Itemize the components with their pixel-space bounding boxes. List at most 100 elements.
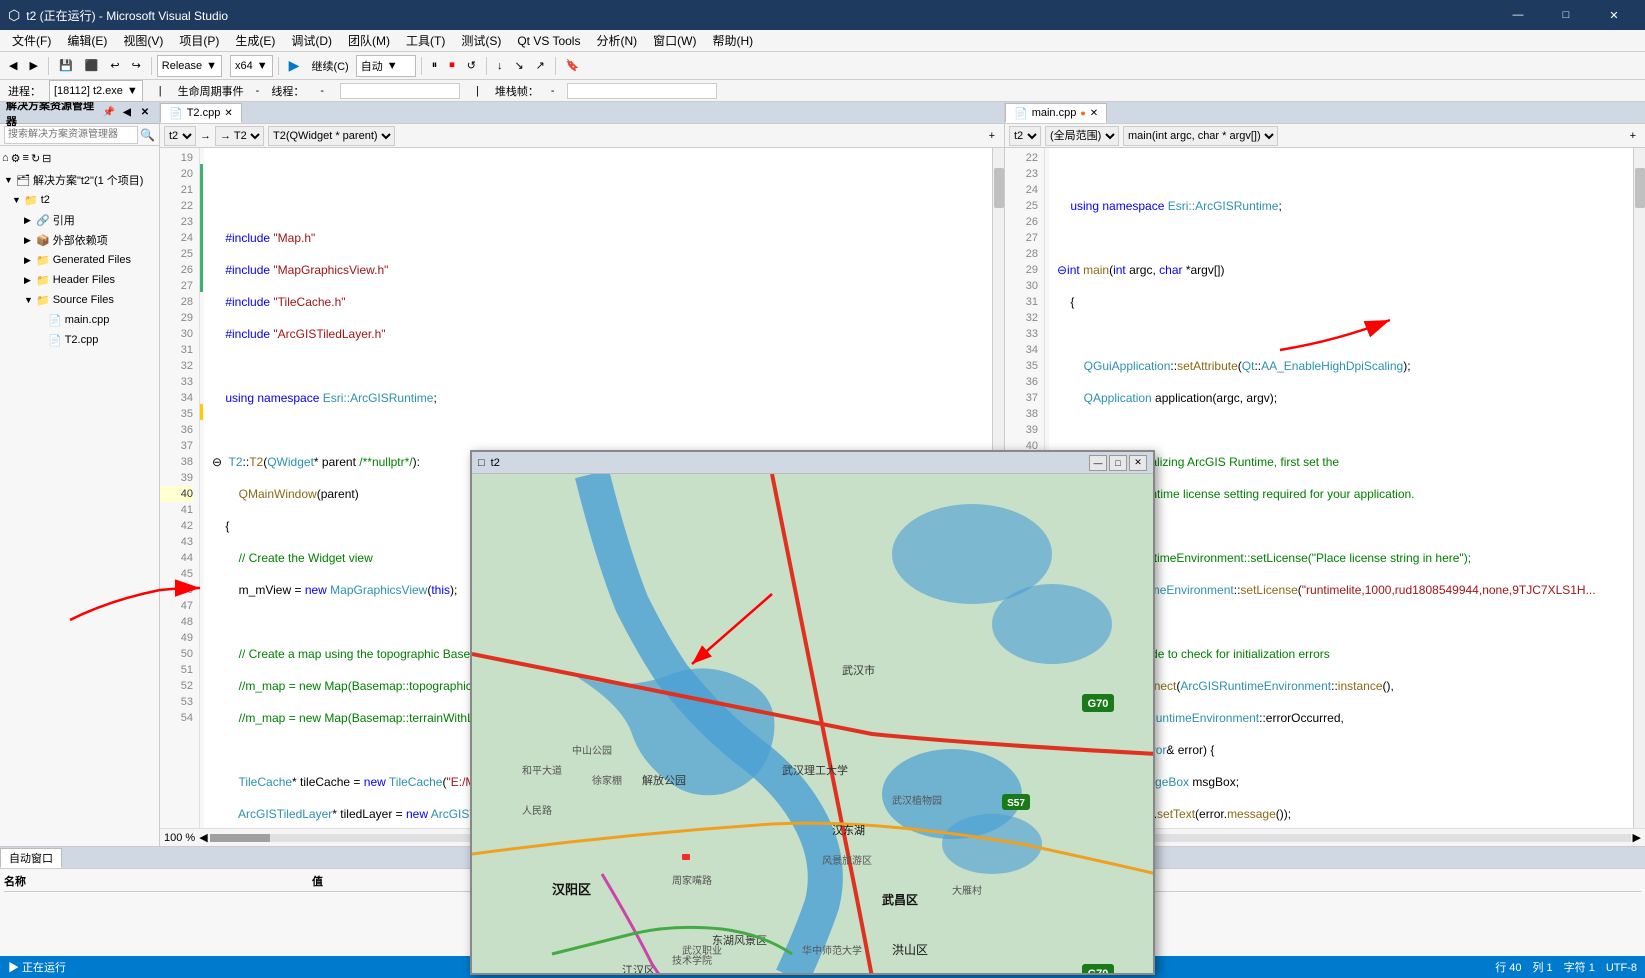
svg-text:和平大道: 和平大道	[522, 764, 562, 777]
panel-close-btn[interactable]: ✕	[137, 105, 153, 121]
menu-file[interactable]: 文件(F)	[4, 30, 59, 51]
header-label: Header Files	[53, 274, 115, 286]
class-selector[interactable]: → T2	[215, 126, 264, 146]
solution-label: 解决方案"t2"(1 个项目)	[33, 172, 143, 188]
map-close-btn[interactable]: ✕	[1129, 455, 1147, 471]
svg-text:周家嘴路: 周家嘴路	[672, 874, 712, 887]
tree-t2-cpp[interactable]: 📄 T2.cpp	[0, 330, 159, 350]
tree-references[interactable]: ▶ 🔗 引用	[0, 210, 159, 230]
source-icon: 📁	[36, 294, 50, 307]
toolbar-save-all[interactable]: ⬛	[80, 55, 104, 77]
menu-team[interactable]: 团队(M)	[340, 30, 398, 51]
menu-window[interactable]: 窗口(W)	[645, 30, 704, 51]
tree-header-files[interactable]: ▶ 📁 Header Files	[0, 270, 159, 290]
tree-main-cpp[interactable]: 📄 main.cpp	[0, 310, 159, 330]
right-file-selector[interactable]: t2	[1009, 126, 1041, 146]
config-dropdown[interactable]: Release ▼	[157, 55, 222, 77]
toolbar-pause[interactable]: ⏸	[427, 55, 443, 77]
tree-toolbar-icon1[interactable]: ⌂	[2, 152, 9, 164]
right-method-selector[interactable]: main(int argc, char * argv[])	[1123, 126, 1278, 146]
continue-btn[interactable]: 继续(C)	[306, 55, 353, 77]
svg-text:武昌区: 武昌区	[882, 892, 918, 907]
tree-solution[interactable]: ▼ 🗂 解决方案"t2"(1 个项目)	[0, 170, 159, 190]
expand-right-btn[interactable]: +	[1625, 125, 1641, 147]
menu-edit[interactable]: 编辑(E)	[59, 30, 115, 51]
maximize-button[interactable]: □	[1543, 0, 1589, 30]
references-label: 引用	[53, 212, 75, 228]
scroll-left[interactable]: ◀	[199, 831, 207, 844]
toolbar-stop[interactable]: ⏹	[444, 55, 460, 77]
menu-project[interactable]: 项目(P)	[171, 30, 227, 51]
right-editor-toolbar: t2 (全局范围) main(int argc, char * argv[]) …	[1005, 124, 1645, 148]
map-svg: G70 G70 S57 汉阳区 武汉博览中心 江汉区 武昌区 洪山区 汉投 江汉…	[472, 474, 1153, 973]
tab-auto-window[interactable]: 自动窗口	[0, 848, 62, 868]
project-label: t2	[41, 194, 50, 206]
source-label: Source Files	[53, 294, 114, 306]
right-scroll-thumb[interactable]	[1635, 168, 1645, 208]
right-scroll-right[interactable]: ▶	[1633, 831, 1641, 844]
menu-analyze[interactable]: 分析(N)	[588, 30, 645, 51]
green-indicator	[200, 164, 203, 292]
expand-icon: ▶	[24, 235, 36, 246]
menu-view[interactable]: 视图(V)	[115, 30, 171, 51]
map-minimize-btn[interactable]: —	[1089, 455, 1107, 471]
toolbar-step-into[interactable]: ↘	[509, 55, 528, 77]
map-maximize-btn[interactable]: □	[1109, 455, 1127, 471]
minimize-button[interactable]: —	[1495, 0, 1541, 30]
tab-t2-cpp[interactable]: 📄 T2.cpp ✕	[160, 103, 242, 123]
expand-editor-btn[interactable]: +	[984, 125, 1000, 147]
svg-text:江汉区: 江汉区	[622, 964, 655, 973]
method-selector[interactable]: T2(QWidget * parent)	[268, 126, 395, 146]
left-hscroll-thumb[interactable]	[210, 834, 270, 842]
solution-search-input[interactable]	[4, 126, 138, 144]
thread-label: 线程：	[271, 83, 304, 99]
panel-pin-btn[interactable]: 📌	[101, 105, 117, 121]
tree-generated-files[interactable]: ▶ 📁 Generated Files	[0, 250, 159, 270]
toolbar-step-out[interactable]: ↗	[531, 55, 550, 77]
external-label: 外部依赖项	[53, 232, 108, 248]
toolbar-start[interactable]: ▶	[284, 55, 305, 77]
toolbar-redo[interactable]: ↪	[127, 55, 146, 77]
value-col-header: 值	[312, 873, 323, 889]
svg-text:G70: G70	[1088, 698, 1109, 710]
panel-arrow-btn[interactable]: ◀	[119, 105, 135, 121]
menu-tools[interactable]: 工具(T)	[398, 30, 453, 51]
toolbar-restart[interactable]: ↺	[462, 55, 481, 77]
tree-external-deps[interactable]: ▶ 📦 外部依赖项	[0, 230, 159, 250]
tree-toolbar-icon5[interactable]: ⊟	[42, 152, 51, 165]
toolbar-bookmark[interactable]: 🔖	[561, 55, 585, 77]
toolbar-save[interactable]: 💾	[54, 55, 78, 77]
right-class-selector[interactable]: (全局范围)	[1045, 126, 1119, 146]
map-window: □ t2 — □ ✕	[470, 450, 1155, 975]
toolbar-undo[interactable]: ↩	[105, 55, 124, 77]
close-t2-tab[interactable]: ✕	[224, 108, 232, 119]
process-dropdown[interactable]: [18112] t2.exe ▼	[49, 80, 143, 102]
tab-main-label: main.cpp	[1032, 107, 1077, 119]
toolbar-forward[interactable]: ▶	[24, 55, 42, 77]
tree-toolbar-icon3[interactable]: ≡	[23, 152, 29, 164]
expand-icon: ▼	[4, 175, 16, 185]
toolbar-step-over[interactable]: ↓	[492, 55, 508, 77]
close-main-tab[interactable]: ✕	[1090, 108, 1098, 119]
tree-project[interactable]: ▼ 📁 t2	[0, 190, 159, 210]
svg-text:武汉市: 武汉市	[842, 663, 875, 677]
left-scroll-thumb[interactable]	[994, 168, 1004, 208]
close-button[interactable]: ✕	[1591, 0, 1637, 30]
menu-build[interactable]: 生成(E)	[227, 30, 283, 51]
file-selector[interactable]: t2	[164, 126, 196, 146]
tree-source-files[interactable]: ▼ 📁 Source Files	[0, 290, 159, 310]
mode-dropdown[interactable]: 自动 ▼	[356, 55, 416, 77]
menu-help[interactable]: 帮助(H)	[704, 30, 761, 51]
cpp-icon: 📄	[48, 314, 62, 327]
menu-qt[interactable]: Qt VS Tools	[509, 32, 588, 50]
menu-test[interactable]: 测试(S)	[453, 30, 509, 51]
tree-toolbar-icon4[interactable]: ↻	[31, 152, 40, 165]
platform-dropdown[interactable]: x64 ▼	[230, 55, 273, 77]
solution-explorer-header: 解决方案资源管理器 📌 ◀ ✕	[0, 102, 159, 124]
expand-icon: ▶	[24, 215, 36, 226]
toolbar-back[interactable]: ◀	[4, 55, 22, 77]
tree-toolbar-icon2[interactable]: ⚙	[11, 152, 21, 165]
menu-debug[interactable]: 调试(D)	[283, 30, 340, 51]
right-vscrollbar[interactable]	[1633, 148, 1645, 828]
tab-main-cpp[interactable]: 📄 main.cpp ● ✕	[1005, 103, 1107, 123]
